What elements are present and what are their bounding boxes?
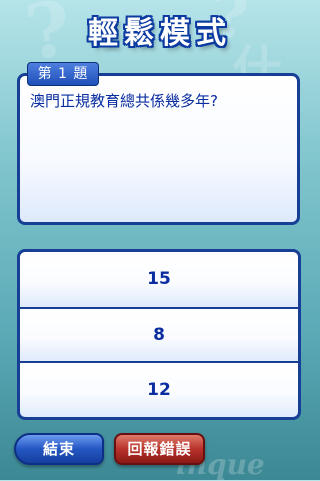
report-error-button[interactable]: 回報錯誤 xyxy=(114,433,205,465)
answer-option-2[interactable]: 8 xyxy=(20,309,298,361)
answer-list: 15 8 12 xyxy=(17,249,301,420)
page-title: 輕鬆模式 xyxy=(88,16,232,51)
answer-option-1[interactable]: 15 xyxy=(20,252,298,307)
answer-option-3[interactable]: 12 xyxy=(20,363,298,417)
question-number-badge: 第 1 題 xyxy=(27,62,99,86)
end-button[interactable]: 結束 xyxy=(14,433,104,465)
question-text: 澳門正規教育總共係幾多年? xyxy=(30,92,218,110)
